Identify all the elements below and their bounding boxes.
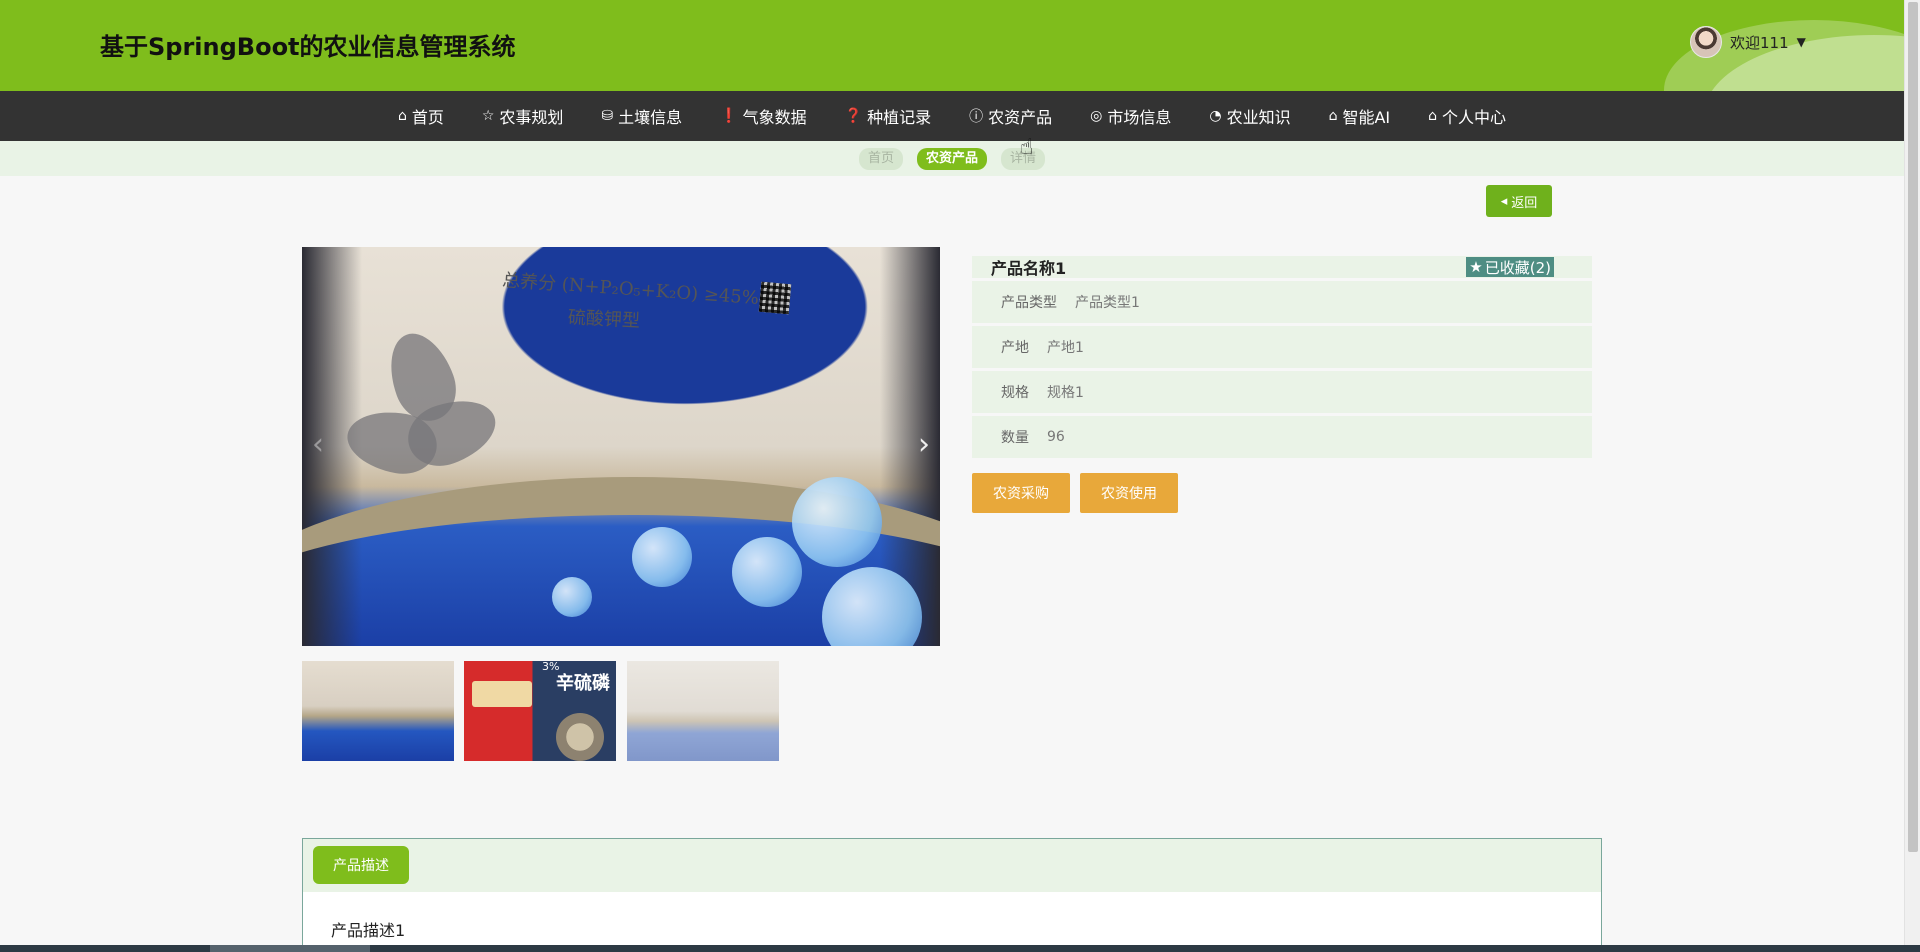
purchase-button[interactable]: 农资采购: [972, 473, 1070, 513]
breadcrumb-home[interactable]: 首页: [858, 147, 903, 170]
user-menu[interactable]: 欢迎111 ▼: [1690, 26, 1806, 58]
mouse-pointer-icon: ☝: [1020, 135, 1034, 160]
favorite-label: 已收藏(2): [1484, 258, 1551, 277]
scrollbar-thumb[interactable]: [1908, 2, 1918, 852]
nav-item-smart-ai[interactable]: ⌂ 智能AI: [1310, 91, 1410, 141]
nav-item-soil-info[interactable]: ⛁ 土壤信息: [582, 91, 701, 141]
product-image-carousel[interactable]: 总养分 (N+P₂O₅+K₂O) ≥45% 硫酸钾型 ‹ ›: [302, 247, 940, 646]
breadcrumb-agri-products[interactable]: 农资产品: [916, 147, 987, 170]
avatar[interactable]: [1690, 26, 1722, 58]
chevron-down-icon[interactable]: ▼: [1797, 35, 1806, 49]
description-tabs: 产品描述: [303, 839, 1601, 892]
nav-item-label: 农资产品: [988, 108, 1053, 127]
pellet-image: [792, 477, 882, 567]
alert-icon: ❗: [720, 108, 738, 124]
nav-item-label: 农业知识: [1226, 108, 1291, 127]
bag-icon: ⛁: [601, 108, 614, 124]
favorite-button[interactable]: ★ 已收藏(2): [1466, 257, 1554, 277]
field-value: 规格1: [1047, 385, 1084, 401]
back-button-label: 返回: [1511, 195, 1538, 211]
site-title: 基于SpringBoot的农业信息管理系统: [100, 33, 516, 61]
nav-item-label: 首页: [411, 108, 444, 127]
info-row-quantity: 数量 96: [972, 416, 1592, 458]
nav-item-label: 种植记录: [867, 108, 932, 127]
home-icon: ⌂: [397, 108, 407, 124]
use-button[interactable]: 农资使用: [1080, 473, 1178, 513]
vertical-scrollbar[interactable]: [1904, 0, 1920, 945]
star-icon: ☆: [481, 108, 495, 124]
carousel-prev-arrow-icon[interactable]: ‹: [312, 427, 324, 462]
site-header: 基于SpringBoot的农业信息管理系统 欢迎111 ▼: [0, 0, 1904, 91]
user-name[interactable]: 欢迎111: [1730, 32, 1789, 53]
thumbnail-1[interactable]: [302, 661, 454, 761]
star-icon: ★: [1469, 258, 1483, 276]
thumbnail-product-image: [556, 713, 604, 761]
nav-item-market-info[interactable]: ◎ 市场信息: [1071, 91, 1190, 141]
info-row-origin: 产地 产地1: [972, 326, 1592, 368]
field-label: 产地: [1001, 340, 1029, 356]
thumbnail-3[interactable]: [627, 661, 779, 761]
description-content: 产品描述1: [331, 921, 406, 940]
thumbnail-label-block: [472, 681, 532, 707]
nav-item-label: 智能AI: [1342, 108, 1391, 127]
globe-icon: ◎: [1090, 108, 1103, 124]
field-value: 产品类型1: [1075, 295, 1140, 311]
taskbar-item[interactable]: [210, 945, 370, 952]
nav-item-label: 土壤信息: [618, 108, 683, 127]
field-label: 规格: [1001, 385, 1029, 401]
question-icon: ❓: [844, 108, 863, 124]
action-buttons: 农资采购 农资使用: [972, 473, 1178, 513]
pellet-image: [632, 527, 692, 587]
dashboard-icon: ◔: [1209, 108, 1222, 124]
nav-item-agri-knowledge[interactable]: ◔ 农业知识: [1190, 91, 1309, 141]
pellet-image: [552, 577, 592, 617]
main-nav: ⌂ 首页 ☆ 农事规划 ⛁ 土壤信息 ❗ 气象数据 ❓ 种植记录 ⓘ 农资产品 …: [0, 91, 1904, 141]
thumbnail-text: 辛硫磷: [556, 673, 610, 694]
nav-item-home[interactable]: ⌂ 首页: [379, 91, 463, 141]
product-name: 产品名称1: [991, 259, 1067, 278]
back-button[interactable]: ◂ 返回: [1486, 185, 1552, 217]
thumbnail-2[interactable]: 3% 辛硫磷: [464, 661, 616, 761]
field-label: 产品类型: [1001, 295, 1057, 311]
product-info: 产品名称1 ★ 已收藏(2) 产品类型 产品类型1 产地 产地1 规格 规格1 …: [972, 256, 1592, 461]
qr-code: [758, 281, 792, 315]
taskbar: [0, 945, 1920, 952]
bag-label-text: 硫酸钾型: [567, 307, 641, 332]
tab-product-description[interactable]: 产品描述: [313, 846, 409, 884]
nav-item-label: 个人中心: [1442, 108, 1507, 127]
breadcrumb: 首页 农资产品 详情: [0, 141, 1904, 176]
home-icon: ⌂: [1328, 108, 1338, 124]
info-row-spec: 规格 规格1: [972, 371, 1592, 413]
info-row-product-type: 产品类型 产品类型1: [972, 281, 1592, 323]
page: 基于SpringBoot的农业信息管理系统 欢迎111 ▼ ⌂ 首页 ☆ 农事规…: [0, 0, 1920, 952]
home-icon: ⌂: [1428, 108, 1438, 124]
pellet-image: [732, 537, 802, 607]
product-title-row: 产品名称1 ★ 已收藏(2): [972, 256, 1592, 278]
carousel-next-arrow-icon[interactable]: ›: [918, 427, 930, 462]
nav-item-agri-products[interactable]: ⓘ 农资产品: [950, 91, 1071, 141]
field-label: 数量: [1001, 430, 1029, 446]
nav-item-planting-records[interactable]: ❓ 种植记录: [826, 91, 950, 141]
nav-item-label: 气象数据: [742, 108, 807, 127]
caret-left-icon: ◂: [1500, 193, 1508, 209]
field-value: 96: [1047, 429, 1065, 445]
description-panel: 产品描述 产品描述1: [302, 838, 1602, 948]
nav-item-personal-center[interactable]: ⌂ 个人中心: [1409, 91, 1525, 141]
field-value: 产地1: [1047, 340, 1084, 356]
nav-item-label: 市场信息: [1107, 108, 1172, 127]
nav-item-weather-data[interactable]: ❗ 气象数据: [701, 91, 825, 141]
bag-label-text: 总养分 (N+P₂O₅+K₂O) ≥45%: [501, 270, 760, 309]
nav-item-label: 农事规划: [499, 108, 564, 127]
info-icon: ⓘ: [969, 109, 984, 125]
nav-item-farm-planning[interactable]: ☆ 农事规划: [463, 91, 583, 141]
